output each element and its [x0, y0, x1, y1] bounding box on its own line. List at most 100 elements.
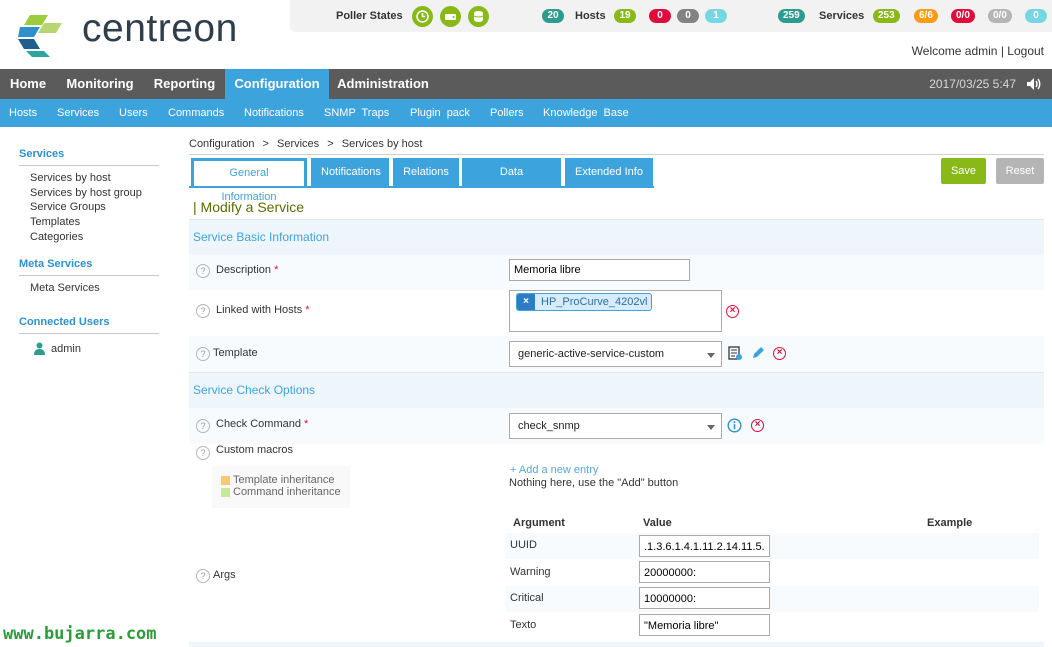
template-inheritance-swatch [221, 476, 230, 485]
services-total-badge[interactable]: 259 [778, 9, 805, 23]
command-inheritance-label: Command inheritance [233, 486, 341, 498]
services-unknown-badge[interactable]: 0/0 [988, 9, 1012, 23]
logout-link[interactable]: Logout [1007, 44, 1044, 58]
tab-relations[interactable]: Relations [393, 158, 459, 186]
template-details-icon[interactable] [728, 346, 743, 364]
edit-pencil-icon[interactable] [751, 346, 765, 363]
linked-host-tag[interactable]: × HP_ProCurve_4202vl [516, 293, 653, 311]
subnav-services[interactable]: Services [57, 99, 99, 127]
help-icon[interactable]: ? [196, 569, 210, 583]
sidebar-heading-services[interactable]: Services [19, 148, 64, 160]
hosts-up-badge[interactable]: 19 [614, 9, 636, 23]
arg-value-critical[interactable]: 10000000: [639, 587, 770, 609]
sidebar-item-services-by-host[interactable]: Services by host [30, 172, 111, 184]
help-icon[interactable]: ? [196, 347, 210, 361]
poller-database-icon[interactable] [468, 6, 489, 27]
hosts-down-badge[interactable]: 0 [649, 9, 671, 23]
nav-configuration[interactable]: Configuration [225, 69, 329, 99]
hosts-total-badge[interactable]: 20 [542, 9, 564, 23]
nav-home[interactable]: Home [0, 69, 56, 99]
arg-name-critical: Critical [510, 592, 544, 604]
reset-button[interactable]: Reset [996, 158, 1044, 184]
centreon-logo-icon [18, 15, 62, 57]
subnav-pollers[interactable]: Pollers [490, 99, 524, 127]
subnav-plugin-pack[interactable]: Plugin pack [410, 99, 470, 127]
breadcrumb-divider [189, 154, 1044, 155]
tab-extended-info[interactable]: Extended Info [565, 158, 653, 186]
no-macros-text: Nothing here, use the "Add" button [509, 477, 679, 489]
user-icon [34, 342, 45, 358]
watermark: www.bujarra.com [3, 624, 157, 644]
tab-general-information[interactable]: General Information [191, 158, 307, 203]
table-footer [189, 642, 1044, 647]
required-mark: * [305, 304, 310, 316]
clear-command-icon[interactable]: × [751, 419, 764, 432]
sound-icon[interactable] [1026, 77, 1042, 94]
sidebar-item-services-by-host-group[interactable]: Services by host group [30, 187, 142, 199]
template-select[interactable]: generic-active-service-custom [509, 341, 722, 367]
subnav-users[interactable]: Users [119, 99, 148, 127]
args-header-value: Value [643, 517, 672, 529]
sidebar-heading-meta-services[interactable]: Meta Services [19, 258, 92, 270]
info-icon[interactable] [727, 418, 742, 436]
description-label: Description * [216, 264, 278, 276]
nav-reporting[interactable]: Reporting [144, 69, 225, 99]
help-icon[interactable]: ? [196, 304, 210, 318]
help-icon[interactable]: ? [196, 446, 210, 460]
services-label: Services [819, 10, 865, 22]
subnav-knowledge-base[interactable]: Knowledge Base [543, 99, 629, 127]
breadcrumb-services[interactable]: Services [277, 138, 319, 150]
subnav-notifications[interactable]: Notifications [244, 99, 304, 127]
remove-tag-icon[interactable]: × [517, 294, 535, 310]
save-button[interactable]: Save [941, 158, 986, 184]
welcome-text: Welcome admin [911, 44, 998, 58]
description-input[interactable]: Memoria libre [509, 259, 690, 281]
services-critical-badge[interactable]: 0/0 [951, 9, 975, 23]
command-inheritance-swatch [221, 488, 230, 497]
breadcrumb-services-by-host[interactable]: Services by host [342, 138, 423, 150]
linked-host-tag-label: HP_ProCurve_4202vl [541, 296, 648, 308]
header: centreon Poller States 20 Hosts 19 0 0 1… [0, 0, 1052, 69]
linked-hosts-label-text: Linked with Hosts [216, 304, 303, 316]
template-label: Template [213, 347, 258, 359]
nav-administration[interactable]: Administration [329, 69, 437, 99]
services-ok-badge[interactable]: 253 [873, 9, 900, 23]
section-basic-information-title: Service Basic Information [193, 230, 330, 244]
breadcrumb-configuration[interactable]: Configuration [189, 138, 254, 150]
subnav-commands[interactable]: Commands [168, 99, 224, 127]
sidebar-item-categories[interactable]: Categories [30, 231, 83, 243]
brand-name: centreon [82, 7, 238, 50]
check-command-label: Check Command * [216, 418, 308, 430]
poller-clock-icon[interactable] [412, 6, 433, 27]
add-entry-link[interactable]: + Add a new entry [510, 464, 598, 476]
tab-notifications[interactable]: Notifications [311, 158, 389, 186]
main-nav: Home Monitoring Reporting Configuration … [0, 69, 1052, 99]
hosts-unreachable-badge[interactable]: 0 [677, 9, 699, 23]
centreon-logo[interactable]: centreon [18, 7, 278, 57]
services-warning-badge[interactable]: 6/6 [914, 9, 938, 23]
tab-data-processing[interactable]: Data Processing [462, 158, 561, 206]
help-icon[interactable]: ? [196, 264, 210, 278]
hosts-pending-badge[interactable]: 1 [705, 9, 727, 23]
section-check-options: Service Check Options [189, 372, 1044, 408]
connected-user-admin[interactable]: admin [51, 343, 81, 355]
sidebar-item-meta-services[interactable]: Meta Services [30, 282, 100, 294]
arg-value-texto[interactable]: "Memoria libre" [639, 614, 770, 636]
nav-monitoring[interactable]: Monitoring [56, 69, 144, 99]
clear-template-icon[interactable]: × [773, 347, 786, 360]
arg-name-warning: Warning [510, 566, 551, 578]
services-pending-badge[interactable]: 0 [1025, 9, 1047, 23]
arg-value-warning[interactable]: 20000000: [639, 561, 770, 583]
sidebar-heading-connected-users: Connected Users [19, 316, 110, 328]
poller-disk-icon[interactable] [440, 6, 461, 27]
clear-hosts-icon[interactable]: × [726, 305, 739, 318]
check-command-select[interactable]: check_snmp [509, 413, 722, 439]
sidebar-item-service-groups[interactable]: Service Groups [30, 201, 106, 213]
args-header-example: Example [927, 517, 973, 529]
sidebar-item-templates[interactable]: Templates [30, 216, 80, 228]
arg-value-uuid[interactable]: .1.3.6.1.4.1.11.2.14.11.5. [639, 535, 770, 557]
poller-states-label: Poller States [336, 10, 403, 22]
subnav-snmp-traps[interactable]: SNMP Traps [324, 99, 389, 127]
help-icon[interactable]: ? [196, 419, 210, 433]
subnav-hosts[interactable]: Hosts [9, 99, 37, 127]
